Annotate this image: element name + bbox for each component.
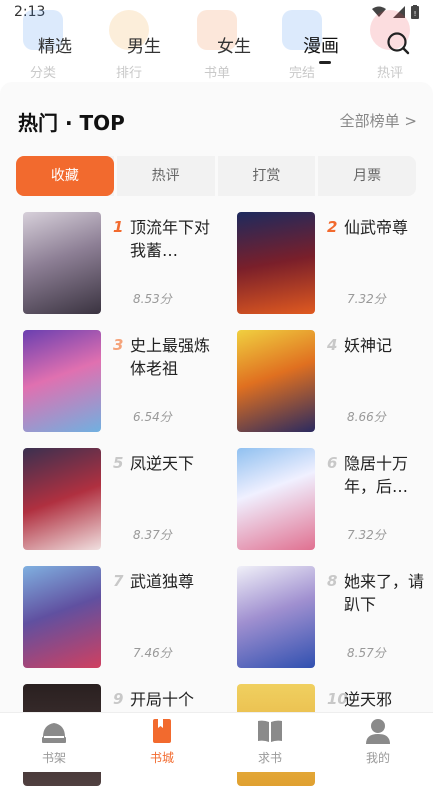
comic-cover[interactable] <box>23 566 101 668</box>
ranking-segment-control: 收藏 热评 打赏 月票 <box>16 156 416 196</box>
segment-favorites[interactable]: 收藏 <box>16 156 114 196</box>
comic-cover[interactable] <box>23 330 101 432</box>
comic-title: 隐居十万年，后… <box>344 454 409 496</box>
comic-title: 仙武帝尊 <box>344 218 409 237</box>
comic-score: 8.37分 <box>133 528 172 542</box>
nav-label: 书架 <box>41 751 66 765</box>
tab-featured[interactable]: 精选 <box>38 32 72 57</box>
segment-hot-reviews[interactable]: 热评 <box>117 156 215 196</box>
ranking-item[interactable]: 2 仙武帝尊 7.32分 <box>237 212 433 318</box>
open-book-icon <box>258 720 282 742</box>
rank-number: 6 <box>327 454 338 472</box>
ranking-item[interactable]: 8 她来了，请趴下 8.57分 <box>237 566 433 672</box>
rank-number: 8 <box>327 572 338 590</box>
tab-male[interactable]: 男生 <box>127 32 161 57</box>
quick-entry-label: 完结 <box>288 66 315 81</box>
comic-title: 史上最强炼体老祖 <box>130 336 211 378</box>
ranking-item[interactable]: 6 隐居十万年，后… 7.32分 <box>237 448 433 554</box>
comic-title: 妖神记 <box>344 336 393 355</box>
section-title: 热门 · TOP <box>18 111 125 135</box>
comic-cover[interactable] <box>237 212 315 314</box>
nav-label: 书城 <box>149 751 174 765</box>
comic-cover[interactable] <box>237 566 315 668</box>
rank-number: 9 <box>113 690 124 708</box>
bookstore-icon <box>153 719 171 743</box>
quick-entry-label: 热评 <box>376 66 403 81</box>
ranking-item[interactable]: 3 史上最强炼体老祖 6.54分 <box>23 330 223 436</box>
comic-cover[interactable] <box>23 448 101 550</box>
nav-request-book[interactable]: 求书 <box>216 713 324 772</box>
bookshelf-icon <box>42 723 66 743</box>
comic-score: 7.46分 <box>133 646 172 660</box>
see-all-rankings-link[interactable]: 全部榜单 > <box>340 110 417 131</box>
ranking-item[interactable]: 1 顶流年下对我蓄… 8.53分 <box>23 212 223 318</box>
nav-label: 我的 <box>365 751 390 765</box>
active-tab-indicator <box>319 61 331 64</box>
comic-title: 开局十个 <box>130 690 195 709</box>
comic-score: 8.66分 <box>347 410 386 424</box>
nav-profile[interactable]: 我的 <box>324 713 432 772</box>
rank-number: 1 <box>113 218 124 236</box>
nav-bookshelf[interactable]: 书架 <box>0 713 108 772</box>
quick-entry-label: 分类 <box>29 66 56 81</box>
quick-entry-label: 书单 <box>203 66 230 81</box>
user-icon <box>366 719 390 744</box>
ranking-item[interactable]: 7 武道独尊 7.46分 <box>23 566 223 672</box>
ranking-item[interactable]: 4 妖神记 8.66分 <box>237 330 433 436</box>
nav-label: 求书 <box>257 751 282 765</box>
rank-number: 2 <box>327 218 338 236</box>
comic-score: 8.57分 <box>347 646 386 660</box>
tab-female[interactable]: 女生 <box>217 32 251 57</box>
comic-title: 她来了，请趴下 <box>344 572 425 614</box>
quick-entry-label: 排行 <box>115 66 142 81</box>
comic-title: 顶流年下对我蓄… <box>130 218 211 260</box>
comic-score: 7.32分 <box>347 528 386 542</box>
comic-score: 8.53分 <box>133 292 172 306</box>
rank-number: 3 <box>113 336 124 354</box>
comic-cover[interactable] <box>23 212 101 314</box>
comic-cover[interactable] <box>237 330 315 432</box>
rank-number: 5 <box>113 454 124 472</box>
rank-number: 4 <box>327 336 338 354</box>
segment-rewards[interactable]: 打赏 <box>218 156 316 196</box>
segment-monthly-votes[interactable]: 月票 <box>318 156 416 196</box>
rank-number: 7 <box>113 572 124 590</box>
comic-title: 武道独尊 <box>130 572 195 591</box>
comic-title: 凤逆天下 <box>130 454 195 473</box>
top-tab-bar: 精选 男生 女生 漫画 <box>0 28 433 64</box>
bottom-nav: 书架 书城 求书 我的 <box>0 712 433 772</box>
search-icon[interactable] <box>385 30 411 56</box>
nav-bookstore[interactable]: 书城 <box>108 713 216 772</box>
comic-score: 6.54分 <box>133 410 172 424</box>
tab-comics[interactable]: 漫画 <box>303 32 339 58</box>
ranking-item[interactable]: 5 凤逆天下 8.37分 <box>23 448 223 554</box>
comic-score: 7.32分 <box>347 292 386 306</box>
comic-title: 逆天邪 <box>344 690 393 709</box>
comic-cover[interactable] <box>237 448 315 550</box>
